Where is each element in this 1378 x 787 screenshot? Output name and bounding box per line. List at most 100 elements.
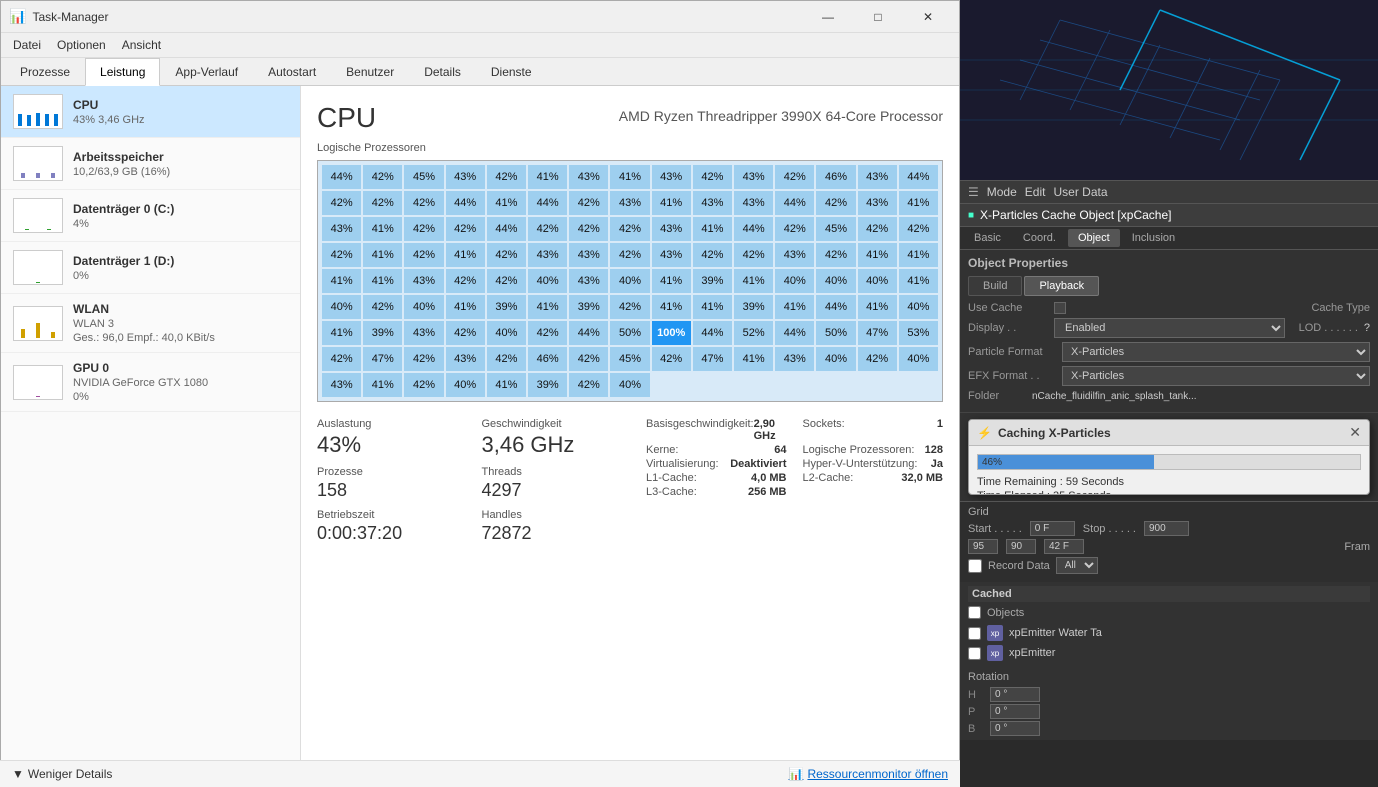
mini-bar — [47, 229, 51, 230]
display-lod-row: Display . . Enabled LOD . . . . . . ? — [968, 318, 1370, 338]
cpu-model: AMD Ryzen Threadripper 3990X 64-Core Pro… — [619, 108, 943, 124]
menu-datei[interactable]: Datei — [5, 35, 49, 55]
timeline-val1[interactable] — [968, 539, 998, 554]
betriebszeit-value: 0:00:37:20 — [317, 523, 466, 544]
mini-bar — [21, 173, 25, 178]
subtab-build[interactable]: Build — [968, 276, 1022, 296]
tab-prozesse[interactable]: Prozesse — [5, 58, 85, 86]
cpu-cell: 40% — [610, 373, 649, 397]
cached-item-1-name: xpEmitter — [1009, 647, 1055, 659]
tab-benutzer[interactable]: Benutzer — [331, 58, 409, 86]
start-label: Start . . . . . — [968, 523, 1022, 535]
minimize-button[interactable]: — — [805, 1, 851, 33]
folder-row: Folder nCache_fluidilfin_anic_splash_tan… — [968, 390, 1370, 402]
tab-leistung[interactable]: Leistung — [85, 58, 160, 86]
timeline-val3[interactable] — [1044, 539, 1084, 554]
hamburger-icon[interactable]: ☰ — [968, 185, 979, 199]
main-tabs: Prozesse Leistung App-Verlauf Autostart … — [1, 58, 959, 86]
cpu-cell: 42% — [693, 243, 732, 267]
cpu-title: CPU — [317, 102, 376, 134]
display-dropdown[interactable]: Enabled — [1054, 318, 1285, 338]
auslastung-value: 43% — [317, 432, 466, 458]
edit-label[interactable]: Edit — [1025, 185, 1046, 199]
cpu-cell: 42% — [652, 347, 691, 371]
cpu-cell: 41% — [734, 347, 773, 371]
cache-popup-body: 46% Time Remaining : 59 Seconds Time Ela… — [969, 446, 1369, 495]
menu-optionen[interactable]: Optionen — [49, 35, 114, 55]
cpu-cell: 42% — [569, 373, 608, 397]
rotation-inputs: H P B — [968, 687, 1370, 736]
cpu-cell: 40% — [404, 295, 443, 319]
use-cache-checkbox[interactable] — [1054, 302, 1066, 314]
sidebar-item-arbeitsspeicher[interactable]: Arbeitsspeicher 10,2/63,9 GB (16%) — [1, 138, 300, 190]
cpu-cell: 42% — [322, 347, 361, 371]
particle-format-dropdown[interactable]: X-Particles — [1062, 342, 1370, 362]
p-input[interactable] — [990, 704, 1040, 719]
sidebar-item-disk0[interactable]: Datenträger 0 (C:) 4% — [1, 190, 300, 242]
subtab-playback[interactable]: Playback — [1024, 276, 1099, 296]
viewport-area — [960, 0, 1378, 180]
object-properties-title: Object Properties — [968, 256, 1370, 270]
start-input[interactable] — [1030, 521, 1075, 536]
record-data-row: Record Data All — [968, 557, 1370, 574]
cpu-cell: 43% — [775, 347, 814, 371]
tab-coord[interactable]: Coord. — [1013, 229, 1066, 247]
timeline-val2[interactable] — [1006, 539, 1036, 554]
menu-ansicht[interactable]: Ansicht — [114, 35, 169, 55]
cpu-cell: 41% — [363, 269, 402, 293]
sidebar-item-gpu[interactable]: GPU 0 NVIDIA GeForce GTX 1080 0% — [1, 353, 300, 412]
cpu-cell: 43% — [322, 373, 361, 397]
cache-progress-bar: 46% — [977, 454, 1361, 470]
cpu-cell: 41% — [899, 243, 938, 267]
sidebar-item-cpu[interactable]: CPU 43% 3,46 GHz — [1, 86, 300, 138]
cache-popup-title-left: ⚡ Caching X-Particles — [977, 426, 1111, 440]
cpu-cell: 40% — [528, 269, 567, 293]
record-data-checkbox[interactable] — [968, 559, 982, 573]
tab-details[interactable]: Details — [409, 58, 476, 86]
tab-basic[interactable]: Basic — [964, 229, 1011, 247]
cpu-cell: 42% — [528, 217, 567, 241]
efx-format-row: EFX Format . . X-Particles — [968, 366, 1370, 386]
tab-autostart[interactable]: Autostart — [253, 58, 331, 86]
sidebar-item-wlan[interactable]: WLAN WLAN 3 Ges.: 96,0 Empf.: 40,0 KBit/… — [1, 294, 300, 353]
cpu-cell: 43% — [652, 243, 691, 267]
mode-label[interactable]: Mode — [987, 185, 1017, 199]
tab-object[interactable]: Object — [1068, 229, 1120, 247]
tab-inclusion[interactable]: Inclusion — [1122, 229, 1185, 247]
cpu-cell: 42% — [775, 217, 814, 241]
prozesse-label: Prozesse — [317, 466, 466, 478]
sidebar-item-disk1[interactable]: Datenträger 1 (D:) 0% — [1, 242, 300, 294]
tab-app-verlauf[interactable]: App-Verlauf — [160, 58, 253, 86]
grid-row: Grid — [968, 506, 1370, 518]
lod-value: ? — [1364, 322, 1370, 334]
tab-dienste[interactable]: Dienste — [476, 58, 547, 86]
cpu-cell: 42% — [858, 347, 897, 371]
stop-input[interactable] — [1144, 521, 1189, 536]
cpu-cell: 40% — [899, 295, 938, 319]
user-data-label[interactable]: User Data — [1053, 185, 1107, 199]
cpu-cell: 43% — [569, 269, 608, 293]
lod-label: LOD . . . . . . — [1299, 322, 1358, 334]
cached-label: Cached — [968, 586, 1370, 602]
cpu-grid: 44%42%45%43%42%41%43%41%43%42%43%42%46%4… — [317, 160, 943, 402]
cpu-cell: 42% — [816, 243, 855, 267]
objects-checkbox[interactable] — [968, 606, 981, 619]
cpu-cell: 41% — [899, 269, 938, 293]
cache-popup-close-button[interactable]: ✕ — [1349, 424, 1361, 441]
close-button[interactable]: ✕ — [905, 1, 951, 33]
rot-p-row: P — [968, 704, 1370, 719]
cached-item-1-checkbox[interactable] — [968, 647, 981, 660]
cached-item-0-checkbox[interactable] — [968, 627, 981, 640]
disk1-mini-graph — [14, 251, 62, 284]
cpu-cell — [816, 373, 855, 397]
geschwindigkeit-label: Geschwindigkeit — [482, 418, 631, 430]
efx-format-dropdown[interactable]: X-Particles — [1062, 366, 1370, 386]
record-data-dropdown[interactable]: All — [1056, 557, 1098, 574]
resource-monitor-link[interactable]: 📊 Ressourcenmonitor öffnen — [789, 767, 948, 781]
cpu-cell: 44% — [487, 217, 526, 241]
h-input[interactable] — [990, 687, 1040, 702]
maximize-button[interactable]: □ — [855, 1, 901, 33]
cache-progress-text: 46% — [982, 455, 1002, 470]
cpu-cell: 42% — [322, 191, 361, 215]
b-input[interactable] — [990, 721, 1040, 736]
